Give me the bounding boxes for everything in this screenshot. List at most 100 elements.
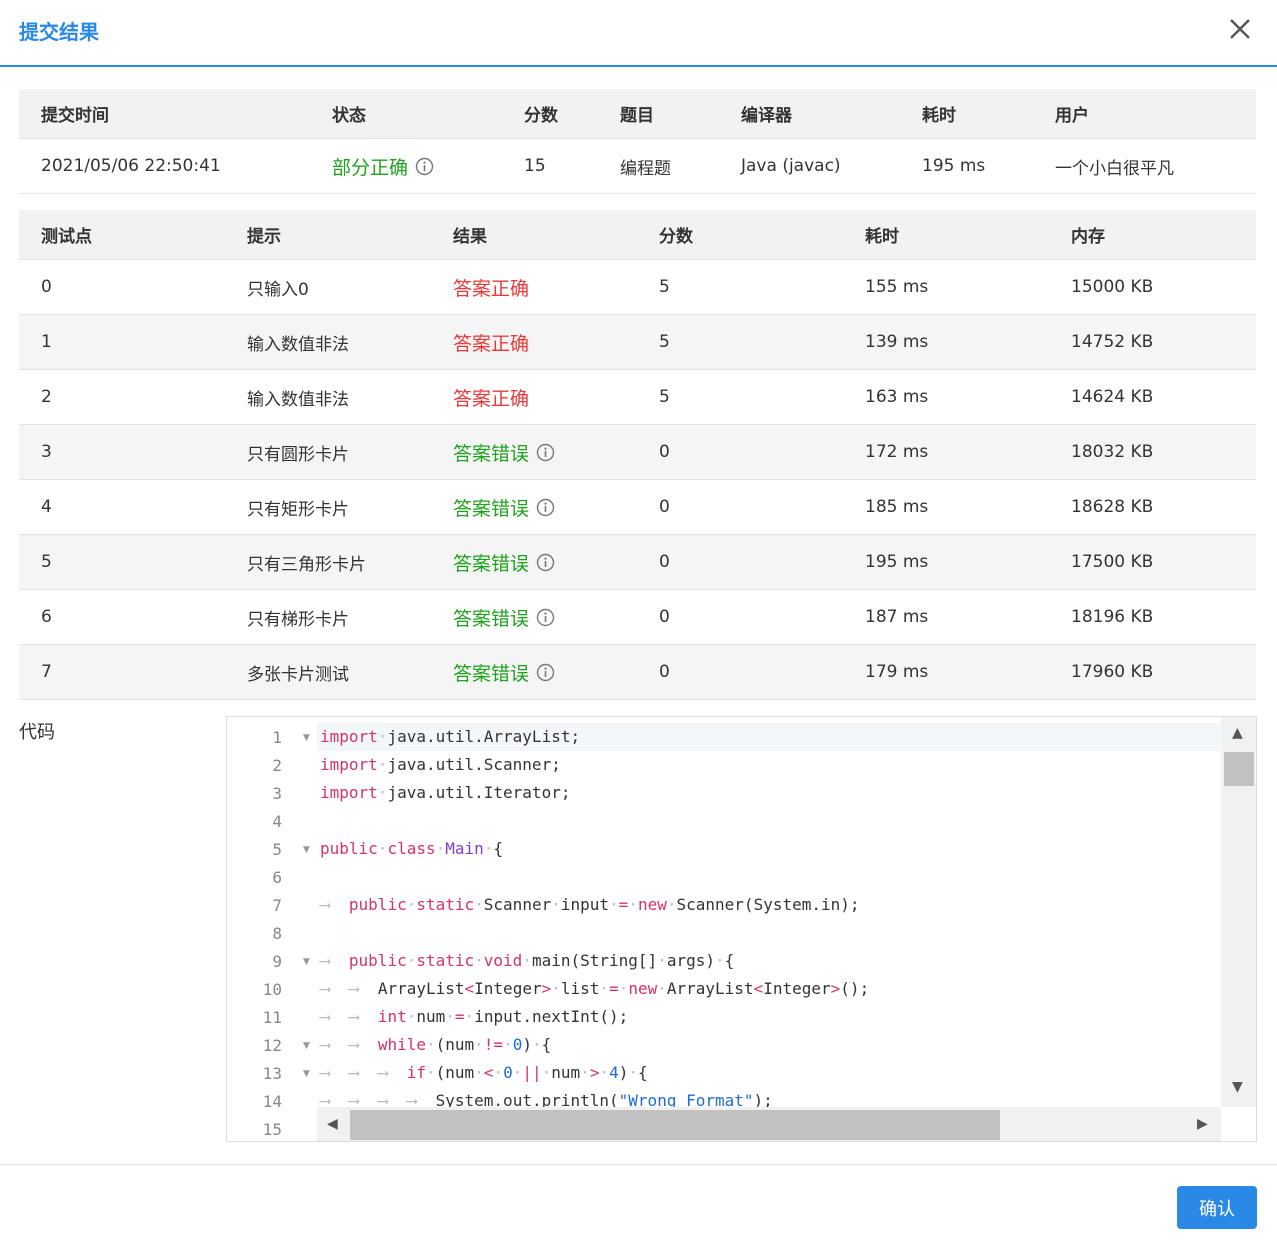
test-hint: 多张卡片测试 <box>247 664 349 685</box>
test-result-cell: 答案错误 <box>453 480 555 534</box>
vertical-scrollbar[interactable]: ▲ ▼ <box>1221 717 1256 1107</box>
info-circle-icon[interactable] <box>536 663 555 682</box>
test-memory: 17960 KB <box>1071 662 1154 682</box>
test-result-badge: 答案正确 <box>453 277 530 300</box>
test-hint: 只输入0 <box>247 279 309 300</box>
scroll-left-arrow-icon[interactable]: ◀ <box>327 1116 338 1132</box>
test-score: 0 <box>659 662 670 682</box>
line-number: 7 <box>272 896 282 915</box>
test-hint: 只有圆形卡片 <box>247 444 349 465</box>
test-point-id: 7 <box>41 662 52 682</box>
table-row: 6 只有梯形卡片 答案错误 0 187 ms 18196 KB <box>19 590 1256 645</box>
code-line: import·java.util.ArrayList; <box>320 727 581 746</box>
test-hint: 只有矩形卡片 <box>247 499 349 520</box>
test-result-cell: 答案错误 <box>453 535 555 589</box>
header-submit-time: 提交时间 <box>41 106 109 126</box>
fold-arrow-icon[interactable]: ▼ <box>303 733 310 743</box>
header-memory: 内存 <box>1071 227 1105 247</box>
submission-score: 15 <box>524 156 546 176</box>
code-line: import·java.util.Iterator; <box>320 783 571 802</box>
submit-time: 2021/05/06 22:50:41 <box>41 156 221 176</box>
test-result-badge: 答案错误 <box>453 497 530 520</box>
test-result-cell: 答案正确 <box>453 260 529 314</box>
line-number: 12 <box>262 1036 282 1055</box>
code-editor[interactable]: 1 ▼ 2 3 4 5 ▼ 6 7 8 9 ▼ 10 11 12 ▼ 13 ▼ 14 15 import·java.u… <box>226 716 1257 1142</box>
test-time: 155 ms <box>865 277 929 297</box>
test-result-badge: 答案错误 <box>453 552 530 575</box>
table-row: 3 只有圆形卡片 答案错误 0 172 ms 18032 KB <box>19 425 1256 480</box>
header-result: 结果 <box>453 227 487 247</box>
test-points-table: 测试点 提示 结果 分数 耗时 内存 0 只输入0 答案正确 5 155 ms 15000… <box>19 210 1256 700</box>
line-number: 11 <box>262 1008 282 1027</box>
info-circle-icon[interactable] <box>536 498 555 517</box>
table-row: 4 只有矩形卡片 答案错误 0 185 ms 18628 KB <box>19 480 1256 535</box>
line-number: 5 <box>272 840 282 859</box>
test-score: 5 <box>659 387 670 407</box>
test-time: 195 ms <box>865 552 929 572</box>
code-line: public·class·Main·{ <box>320 839 504 858</box>
test-result-cell: 答案正确 <box>453 315 529 369</box>
scroll-down-arrow-icon[interactable]: ▼ <box>1232 1079 1243 1095</box>
line-number: 13 <box>262 1064 282 1083</box>
test-score: 0 <box>659 607 670 627</box>
close-icon[interactable] <box>1224 13 1256 45</box>
test-score: 0 <box>659 497 670 517</box>
test-point-id: 5 <box>41 552 52 572</box>
horizontal-scrollbar[interactable]: ◀ ▶ <box>317 1107 1221 1141</box>
dialog-title: 提交结果 <box>19 20 99 44</box>
header-compiler: 编译器 <box>741 106 792 126</box>
test-result-badge: 答案错误 <box>453 662 530 685</box>
submission-duration: 195 ms <box>922 156 986 176</box>
test-score: 5 <box>659 277 670 297</box>
submission-table: 提交时间 状态 分数 题目 编译器 耗时 用户 2021/05/06 22:50… <box>19 89 1256 194</box>
fold-arrow-icon[interactable]: ▼ <box>303 1041 310 1051</box>
fold-arrow-icon[interactable]: ▼ <box>303 957 310 967</box>
horizontal-scrollbar-thumb[interactable] <box>350 1110 1000 1140</box>
footer-divider <box>0 1164 1277 1165</box>
test-point-id: 2 <box>41 387 52 407</box>
test-result-badge: 答案错误 <box>453 607 530 630</box>
table-row: 1 输入数值非法 答案正确 5 139 ms 14752 KB <box>19 315 1256 370</box>
header-user: 用户 <box>1055 106 1089 126</box>
confirm-button[interactable]: 确认 <box>1177 1186 1257 1229</box>
test-hint: 只有梯形卡片 <box>247 609 349 630</box>
line-number: 14 <box>262 1092 282 1111</box>
header-score: 分数 <box>524 106 558 126</box>
test-result-cell: 答案正确 <box>453 370 529 424</box>
test-point-id: 6 <box>41 607 52 627</box>
test-result-badge: 答案正确 <box>453 387 530 410</box>
tests-header-row: 测试点 提示 结果 分数 耗时 内存 <box>19 210 1256 260</box>
table-row: 2 输入数值非法 答案正确 5 163 ms 14624 KB <box>19 370 1256 425</box>
code-label: 代码 <box>19 722 55 743</box>
status-cell: 部分正确 <box>332 139 434 193</box>
vertical-scrollbar-thumb[interactable] <box>1224 752 1254 786</box>
line-number: 2 <box>272 756 282 775</box>
test-memory: 18196 KB <box>1071 607 1154 627</box>
table-row: 7 多张卡片测试 答案错误 0 179 ms 17960 KB <box>19 645 1256 700</box>
line-number: 4 <box>272 812 282 831</box>
test-score: 0 <box>659 552 670 572</box>
test-memory: 14752 KB <box>1071 332 1154 352</box>
submission-compiler: Java (javac) <box>741 156 841 176</box>
submission-header-row: 提交时间 状态 分数 题目 编译器 耗时 用户 <box>19 89 1256 139</box>
info-circle-icon[interactable] <box>536 443 555 462</box>
fold-arrow-icon[interactable]: ▼ <box>303 845 310 855</box>
submission-user: 一个小白很平凡 <box>1055 158 1174 179</box>
fold-arrow-icon[interactable]: ▼ <box>303 1069 310 1079</box>
line-number: 15 <box>262 1120 282 1139</box>
test-memory: 18628 KB <box>1071 497 1154 517</box>
test-time: 187 ms <box>865 607 929 627</box>
header-test-point: 测试点 <box>41 227 92 247</box>
code-line: ⟶ ⟶ while·(num·!=·0)·{ <box>320 1035 552 1054</box>
code-line: ⟶ public·static·void·main(String[]·args)… <box>320 951 735 970</box>
line-number-gutter: 1 ▼ 2 3 4 5 ▼ 6 7 8 9 ▼ 10 11 12 ▼ 13 ▼ 14 15 <box>227 717 317 1141</box>
table-row: 5 只有三角形卡片 答案错误 0 195 ms 17500 KB <box>19 535 1256 590</box>
scroll-right-arrow-icon[interactable]: ▶ <box>1197 1116 1208 1132</box>
info-circle-icon[interactable] <box>536 553 555 572</box>
info-circle-icon[interactable] <box>536 608 555 627</box>
line-number: 6 <box>272 868 282 887</box>
scroll-up-arrow-icon[interactable]: ▲ <box>1232 725 1243 741</box>
test-score: 0 <box>659 442 670 462</box>
test-result-badge: 答案正确 <box>453 332 530 355</box>
info-circle-icon[interactable] <box>415 157 434 176</box>
